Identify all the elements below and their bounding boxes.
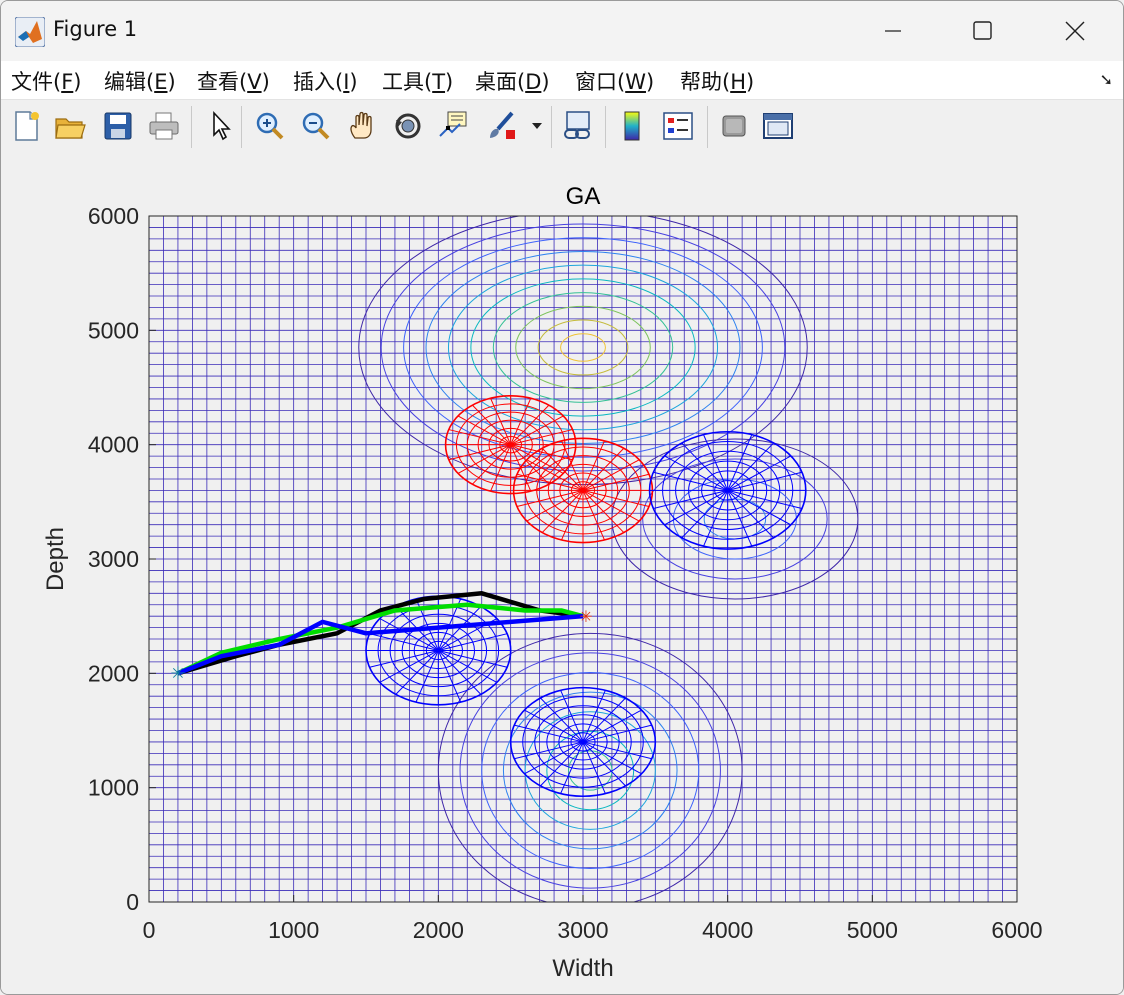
toolbar-separator — [241, 106, 242, 148]
obstacle-dome — [512, 437, 654, 544]
legend-button[interactable] — [661, 108, 695, 144]
print-icon — [149, 112, 179, 140]
obstacle-dome — [444, 394, 577, 495]
axis-ticks: 0 1000 2000 3000 4000 5000 6000 0 1000 2000 3000 40… — [88, 203, 1043, 943]
matlab-logo-icon — [15, 17, 45, 47]
colorbar-icon — [624, 111, 640, 141]
y-tick-label: 2000 — [88, 660, 139, 686]
data-cursor-button[interactable] — [437, 108, 471, 144]
y-tick-label: 3000 — [88, 546, 139, 572]
menu-edit[interactable]: 编辑(E) — [104, 66, 176, 96]
start-marker: ✳ — [170, 663, 185, 684]
x-tick-label: 6000 — [991, 917, 1042, 943]
brush-icon — [490, 111, 515, 139]
contour-line — [481, 672, 700, 870]
rotate-3d-icon — [395, 113, 421, 139]
obstacle-dome — [648, 430, 807, 550]
contour-line — [546, 730, 635, 811]
toolbar-separator — [605, 106, 606, 148]
legend-icon — [663, 112, 693, 140]
y-tick-label: 1000 — [88, 775, 139, 801]
x-tick-label: 0 — [143, 917, 156, 943]
select-arrow-icon — [213, 110, 231, 141]
y-tick-label: 6000 — [88, 203, 139, 229]
menu-view[interactable]: 查看(V) — [197, 66, 270, 96]
window-title: Figure 1 — [53, 17, 138, 41]
figure-window: Figure 1 文件(F) 编辑(E) 查看(V) 插入(I) 工具(T) 桌… — [0, 0, 1124, 995]
hide-plot-tools-button[interactable] — [717, 108, 751, 144]
contour-line — [437, 632, 743, 902]
x-tick-label: 3000 — [557, 917, 608, 943]
y-tick-label: 0 — [126, 889, 139, 915]
new-figure-icon — [15, 111, 39, 141]
y-tick-label: 4000 — [88, 432, 139, 458]
open-file-icon — [55, 118, 86, 139]
x-tick-label: 1000 — [268, 917, 319, 943]
maximize-icon — [973, 21, 992, 40]
open-file-button[interactable] — [53, 108, 87, 144]
y-axis-label: Depth — [42, 527, 69, 591]
y-tick-label: 5000 — [88, 317, 139, 343]
show-plot-tools-button[interactable] — [761, 108, 795, 144]
x-axis-label: Width — [552, 955, 613, 982]
link-plot-button[interactable] — [561, 108, 595, 144]
maximize-button[interactable] — [937, 1, 1029, 61]
menu-help[interactable]: 帮助(H) — [680, 66, 754, 96]
dock-arrow-icon[interactable]: ➘ — [1100, 70, 1113, 89]
zoom-out-icon — [302, 112, 330, 140]
x-tick-label: 4000 — [702, 917, 753, 943]
pan-hand-icon — [350, 111, 372, 139]
goal-marker: ✳ — [579, 607, 592, 626]
terrain-mesh — [149, 216, 1017, 902]
chevron-down-icon — [532, 123, 542, 129]
menu-insert[interactable]: 插入(I) — [293, 66, 358, 96]
plot-svg[interactable]: ✳ ✳ 0 1000 2000 3000 4000 5000 6000 0 1000 2000 300… — [1, 154, 1123, 992]
close-button[interactable] — [1029, 1, 1121, 61]
close-icon — [1065, 21, 1085, 41]
zoom-out-button[interactable] — [299, 108, 333, 144]
show-plot-tools-icon — [763, 113, 793, 139]
data-cursor-icon — [439, 111, 467, 137]
obstacle-dome — [509, 686, 657, 798]
toolbar-separator — [191, 106, 192, 148]
brush-button[interactable] — [485, 108, 519, 144]
menu-bar: 文件(F) 编辑(E) 查看(V) 插入(I) 工具(T) 桌面(D) 窗口(W… — [1, 61, 1123, 99]
menu-tools[interactable]: 工具(T) — [382, 66, 453, 96]
menu-desktop[interactable]: 桌面(D) — [475, 66, 550, 96]
select-button[interactable] — [204, 108, 238, 144]
save-button[interactable] — [101, 108, 135, 144]
zoom-in-icon — [256, 112, 284, 140]
rotate-3d-button[interactable] — [391, 108, 425, 144]
brush-dropdown-button[interactable] — [527, 108, 547, 144]
save-icon — [104, 112, 132, 140]
link-plot-icon — [564, 111, 590, 139]
menu-window[interactable]: 窗口(W) — [575, 66, 654, 96]
x-tick-label: 2000 — [413, 917, 464, 943]
title-bar[interactable]: Figure 1 — [1, 1, 1123, 61]
minimize-button[interactable] — [847, 1, 939, 61]
minimize-icon — [885, 30, 901, 32]
chart-title: GA — [566, 183, 601, 210]
toolbar-separator — [551, 106, 552, 148]
new-figure-button[interactable] — [9, 108, 43, 144]
toolbar-separator — [707, 106, 708, 148]
print-button[interactable] — [147, 108, 181, 144]
zoom-in-button[interactable] — [253, 108, 287, 144]
pan-button[interactable] — [345, 108, 379, 144]
hide-plot-tools-icon — [722, 115, 746, 137]
x-tick-label: 5000 — [847, 917, 898, 943]
figure-canvas[interactable]: ✳ ✳ 0 1000 2000 3000 4000 5000 6000 0 1000 2000 300… — [1, 154, 1123, 994]
colorbar-button[interactable] — [615, 108, 649, 144]
menu-file[interactable]: 文件(F) — [11, 66, 82, 96]
figure-toolbar — [1, 99, 1123, 155]
